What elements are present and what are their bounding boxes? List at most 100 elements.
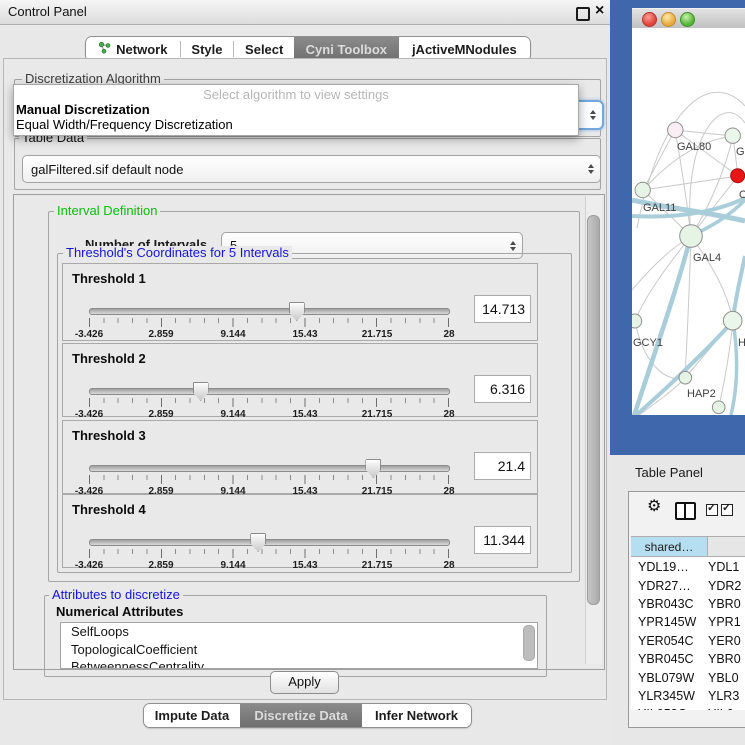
threshold-slider[interactable]: -3.4262.8599.14415.4321.71528 <box>89 535 449 569</box>
network-node[interactable] <box>680 225 703 248</box>
table-row[interactable]: YIL052CYIL0 <box>631 705 745 710</box>
threshold-value-field[interactable]: 21.4 <box>474 452 531 480</box>
cell-name[interactable]: YBR0 <box>708 597 745 611</box>
slider-track[interactable] <box>89 388 450 395</box>
tick-label: 21.715 <box>362 560 393 571</box>
table-row[interactable]: YPR145WYPR1 <box>631 613 745 631</box>
cell-shared-name[interactable]: YER054C <box>631 634 708 648</box>
list-scrollbar[interactable] <box>523 625 535 661</box>
checkbox-icon[interactable] <box>706 504 718 516</box>
tick-label: 21.715 <box>362 329 393 340</box>
tick-label: 28 <box>443 409 454 420</box>
cell-name[interactable]: YBR0 <box>708 652 745 666</box>
numerical-attributes-list[interactable]: SelfLoops TopologicalCoefficient Between… <box>60 622 538 669</box>
network-node[interactable] <box>725 128 740 143</box>
cell-name[interactable]: YDR2 <box>708 579 745 593</box>
interval-definition-title: Interval Definition <box>54 204 160 217</box>
threshold-label: Threshold 2 <box>72 351 146 366</box>
close-icon[interactable]: × <box>595 2 604 20</box>
column-header-shared[interactable]: shared… <box>631 536 708 557</box>
list-item[interactable]: SelfLoops <box>61 623 537 641</box>
tab-infer-network[interactable]: Infer Network <box>362 704 471 727</box>
cell-name[interactable]: YLR3 <box>708 689 745 703</box>
tab-network-label: Network <box>116 42 167 57</box>
network-node[interactable] <box>723 311 742 330</box>
close-traffic-light-icon[interactable] <box>642 12 657 27</box>
slider-major-ticks <box>89 549 449 558</box>
tick-label: -3.426 <box>75 329 103 340</box>
cell-shared-name[interactable]: YBR043C <box>631 597 708 611</box>
network-node[interactable] <box>635 182 650 197</box>
table-row[interactable]: YDR27…YDR2 <box>631 576 745 594</box>
zoom-traffic-light-icon[interactable] <box>680 12 695 27</box>
list-item[interactable]: BetweennessCentrality <box>61 658 537 669</box>
network-window-titlebar[interactable] <box>632 8 745 30</box>
float-window-icon[interactable] <box>576 7 590 21</box>
tick-label: 9.144 <box>220 560 245 571</box>
gear-icon[interactable]: ⚙ <box>647 499 661 515</box>
cell-shared-name[interactable]: YBL079W <box>631 671 708 685</box>
tick-label: 21.715 <box>362 409 393 420</box>
checkbox-icon[interactable] <box>721 504 733 516</box>
threshold-slider[interactable]: -3.4262.8599.14415.4321.71528 <box>89 461 449 495</box>
column-header-name[interactable]: n <box>708 536 745 557</box>
network-node-label: H <box>738 337 745 349</box>
table-data-combo-value: galFiltered.sif default node <box>31 162 183 177</box>
columns-icon[interactable] <box>675 502 696 520</box>
cell-shared-name[interactable]: YIL052C <box>631 707 708 710</box>
threshold-panel: Threshold 2-3.4262.8599.14415.4321.71528… <box>62 343 538 417</box>
list-item[interactable]: TopologicalCoefficient <box>61 641 537 659</box>
cyni-mode-tabbar: Impute Data Discretize Data Infer Networ… <box>143 703 472 728</box>
threshold-value-field[interactable]: 6.316 <box>474 375 531 403</box>
tab-impute-data[interactable]: Impute Data <box>144 704 240 727</box>
scrollbar-thumb[interactable] <box>587 215 600 605</box>
slider-major-ticks <box>89 398 449 407</box>
cell-name[interactable]: YDL1 <box>708 560 745 574</box>
threshold-slider[interactable]: -3.4262.8599.14415.4321.71528 <box>89 384 449 418</box>
cell-shared-name[interactable]: YPR145W <box>631 615 708 629</box>
minimize-traffic-light-icon[interactable] <box>661 12 676 27</box>
table-panel-body: ⚙ shared… n YDL19…YDL1YDR27…YDR2YBR043CY… <box>628 491 745 728</box>
cell-shared-name[interactable]: YDR27… <box>631 579 708 593</box>
tick-label: 9.144 <box>220 409 245 420</box>
slider-track[interactable] <box>89 539 450 546</box>
network-node[interactable] <box>712 401 725 414</box>
cell-shared-name[interactable]: YBR045C <box>631 652 708 666</box>
table-row[interactable]: YBR045CYBR0 <box>631 650 745 668</box>
tick-label: 2.859 <box>148 409 173 420</box>
table-row[interactable]: YER054CYER0 <box>631 632 745 650</box>
table-row[interactable]: YDL19…YDL1 <box>631 558 745 576</box>
threshold-slider[interactable]: -3.4262.8599.14415.4321.71528 <box>89 304 449 338</box>
tick-label: 28 <box>443 560 454 571</box>
table-row[interactable]: YBR043CYBR0 <box>631 595 745 613</box>
cell-name[interactable]: YIL0 <box>708 707 745 710</box>
popup-item-equal-width[interactable]: Equal Width/Frequency Discretization <box>14 117 580 133</box>
combo-stepper-icon <box>588 164 594 174</box>
slider-tick-labels: -3.4262.8599.14415.4321.71528 <box>89 560 449 572</box>
network-node[interactable] <box>668 122 683 137</box>
tab-discretize-data[interactable]: Discretize Data <box>240 704 362 727</box>
apply-button[interactable]: Apply <box>270 671 339 694</box>
network-canvas[interactable]: GAL80GOGAL11GAL4GCY1HHAP2 <box>632 28 745 415</box>
network-node[interactable] <box>679 371 692 384</box>
cell-name[interactable]: YPR1 <box>708 615 745 629</box>
table-data-combobox[interactable]: galFiltered.sif default node <box>22 155 601 183</box>
node-table[interactable]: shared… n YDL19…YDL1YDR27…YDR2YBR043CYBR… <box>631 536 745 710</box>
cell-shared-name[interactable]: YLR345W <box>631 689 708 703</box>
attributes-group-title: Attributes to discretize <box>49 588 183 601</box>
cell-shared-name[interactable]: YDL19… <box>631 560 708 574</box>
cell-name[interactable]: YER0 <box>708 634 745 648</box>
slider-track[interactable] <box>89 308 450 315</box>
cell-name[interactable]: YBL0 <box>708 671 745 685</box>
network-node[interactable] <box>731 169 745 183</box>
threshold-label: Threshold 3 <box>72 428 146 443</box>
slider-track[interactable] <box>89 465 450 472</box>
table-row[interactable]: YBL079WYBL0 <box>631 668 745 686</box>
threshold-value-field[interactable]: 11.344 <box>474 526 531 554</box>
network-node[interactable] <box>632 314 642 328</box>
network-icon <box>98 41 111 57</box>
popup-item-manual-discretization[interactable]: Manual Discretization <box>14 102 580 118</box>
tick-label: 2.859 <box>148 560 173 571</box>
table-row[interactable]: YLR345WYLR3 <box>631 687 745 705</box>
threshold-value-field[interactable]: 14.713 <box>474 295 531 323</box>
